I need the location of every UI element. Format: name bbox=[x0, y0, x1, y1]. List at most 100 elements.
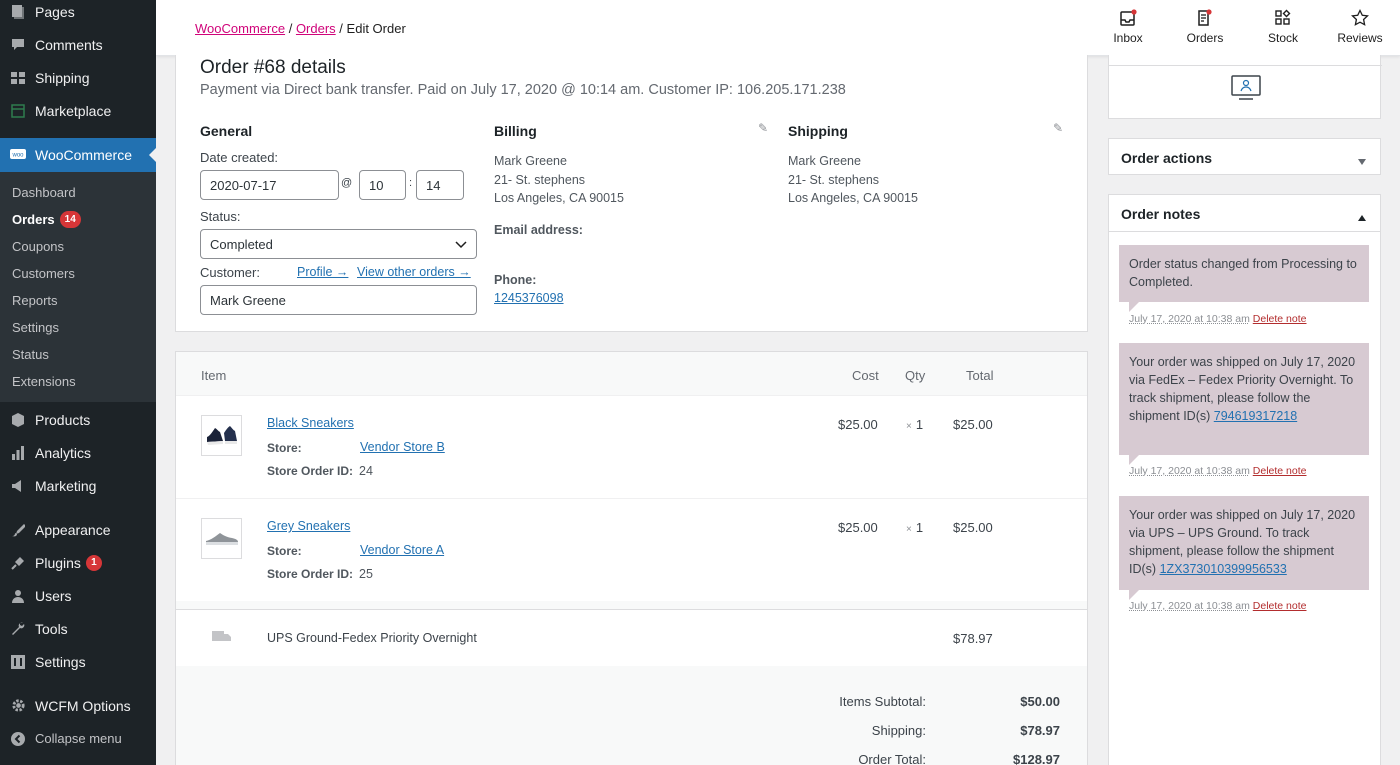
delete-note-link[interactable]: Delete note bbox=[1253, 313, 1307, 325]
sidebar-collapse-menu[interactable]: Collapse menu bbox=[0, 722, 156, 755]
sidebar-item-products[interactable]: Products bbox=[0, 403, 156, 436]
page-title: Order #68 details bbox=[200, 57, 346, 78]
order-actions-title: Order actions bbox=[1121, 150, 1213, 166]
shipping-icon bbox=[10, 70, 26, 86]
payment-summary: Payment via Direct bank transfer. Paid o… bbox=[200, 82, 846, 98]
sidebar-item-settings[interactable]: Settings bbox=[0, 645, 156, 678]
orders-button[interactable]: Orders bbox=[1170, 9, 1240, 45]
submenu-extensions[interactable]: Extensions bbox=[12, 371, 76, 391]
sidebar-item-label: Appearance bbox=[35, 521, 111, 538]
note-date: July 17, 2020 at 10:38 am bbox=[1129, 465, 1250, 477]
inbox-icon bbox=[1093, 9, 1163, 31]
date-created-input[interactable]: 2020-07-17 bbox=[200, 170, 339, 200]
delete-note-link[interactable]: Delete note bbox=[1253, 600, 1307, 612]
order-actions-box[interactable]: Order actions bbox=[1108, 138, 1381, 175]
item-column-header: Item bbox=[201, 368, 227, 383]
billing-phone-link[interactable]: 1245376098 bbox=[494, 289, 564, 308]
breadcrumb-orders-link[interactable]: Orders bbox=[296, 21, 336, 36]
sidebar-item-analytics[interactable]: Analytics bbox=[0, 436, 156, 469]
order-total-label: Order Total: bbox=[858, 752, 926, 765]
sidebar-item-appearance[interactable]: Appearance bbox=[0, 513, 156, 546]
reviews-label: Reviews bbox=[1337, 31, 1383, 45]
billing-heading: Billing bbox=[494, 123, 537, 139]
submenu-status[interactable]: Status bbox=[12, 344, 49, 364]
tracking-id-link[interactable]: 794619317218 bbox=[1214, 409, 1297, 423]
sidebar-item-plugins[interactable]: Plugins 1 bbox=[0, 546, 156, 579]
sidebar-item-pages[interactable]: Pages bbox=[0, 0, 156, 28]
reviews-button[interactable]: Reviews bbox=[1325, 8, 1395, 45]
status-select[interactable]: Completed bbox=[200, 229, 477, 259]
order-notes-header[interactable]: Order notes bbox=[1109, 195, 1380, 232]
vendor-store-link[interactable]: Vendor Store B bbox=[360, 440, 445, 454]
sidebar-item-marketing[interactable]: Marketing bbox=[0, 469, 156, 502]
plugins-update-badge: 1 bbox=[85, 554, 102, 571]
breadcrumb: WooCommerce / Orders / Edit Order bbox=[195, 21, 406, 36]
tracking-id-link[interactable]: 1ZX373010399956533 bbox=[1160, 562, 1287, 576]
submenu-coupons[interactable]: Coupons bbox=[12, 236, 64, 256]
store-order-id: 24 bbox=[359, 464, 373, 478]
edit-shipping-pencil-icon[interactable]: ✎ bbox=[1053, 121, 1063, 135]
analytics-icon bbox=[10, 445, 26, 461]
breadcrumb-woocommerce-link[interactable]: WooCommerce bbox=[195, 21, 285, 36]
note-meta: July 17, 2020 at 10:38 am Delete note bbox=[1129, 313, 1306, 325]
customer-select[interactable]: Mark Greene bbox=[200, 285, 477, 315]
time-colon: : bbox=[409, 177, 413, 189]
caret-up-icon[interactable] bbox=[1358, 209, 1366, 224]
vendor-store-link[interactable]: Vendor Store A bbox=[360, 543, 444, 557]
shipping-total-label: Shipping: bbox=[871, 723, 926, 738]
submenu-orders[interactable]: Orders 14 bbox=[12, 209, 81, 229]
sidebar-item-label: Users bbox=[35, 587, 72, 604]
order-total-value: $128.97 bbox=[1013, 752, 1060, 765]
sidebar-item-users[interactable]: Users bbox=[0, 579, 156, 612]
sidebar-item-wcfm-options[interactable]: WCFM Options bbox=[0, 689, 156, 722]
customer-label: Customer: bbox=[200, 265, 260, 280]
view-other-orders-link[interactable]: View other orders → bbox=[357, 265, 471, 279]
breadcrumb-separator: / bbox=[339, 21, 343, 36]
admin-sidebar: Pages Comments Shipping Marketplace woo … bbox=[0, 0, 156, 765]
product-name-link[interactable]: Black Sneakers bbox=[267, 416, 354, 430]
total-column-header: Total bbox=[966, 368, 994, 383]
sidebar-item-label: Tools bbox=[35, 620, 68, 637]
item-total: $25.00 bbox=[953, 520, 993, 535]
note-date: July 17, 2020 at 10:38 am bbox=[1129, 313, 1250, 325]
date-at-symbol: @ bbox=[341, 177, 353, 189]
stock-button[interactable]: Stock bbox=[1248, 9, 1318, 45]
order-notes-title: Order notes bbox=[1121, 206, 1201, 222]
status-selected-value: Completed bbox=[210, 236, 273, 252]
submenu-settings[interactable]: Settings bbox=[12, 317, 59, 337]
inbox-button[interactable]: Inbox bbox=[1093, 9, 1163, 45]
table-row: Black Sneakers Store: Vendor Store B Sto… bbox=[176, 395, 1087, 498]
sidebar-item-shipping[interactable]: Shipping bbox=[0, 61, 156, 94]
product-thumbnail bbox=[201, 415, 242, 456]
status-label: Status: bbox=[200, 209, 241, 224]
gear-icon bbox=[10, 698, 26, 714]
item-cost: $25.00 bbox=[838, 417, 878, 432]
shipping-address: Mark Greene 21- St. stephens Los Angeles… bbox=[788, 152, 918, 208]
stock-label: Stock bbox=[1267, 31, 1298, 45]
order-items-panel: Item Cost Qty Total Black Sneakers Store… bbox=[175, 351, 1088, 765]
edit-billing-pencil-icon[interactable]: ✎ bbox=[758, 121, 768, 135]
phone-label: Phone: bbox=[494, 273, 537, 287]
sidebar-item-tools[interactable]: Tools bbox=[0, 612, 156, 645]
sidebar-item-comments[interactable]: Comments bbox=[0, 28, 156, 61]
minute-input[interactable]: 14 bbox=[416, 170, 464, 200]
store-label: Store: bbox=[267, 544, 302, 558]
customer-profile-link[interactable]: Profile → bbox=[297, 265, 348, 279]
item-cost: $25.00 bbox=[838, 520, 878, 535]
caret-down-icon[interactable] bbox=[1358, 153, 1366, 168]
sidebar-item-marketplace[interactable]: Marketplace bbox=[0, 94, 156, 127]
item-total: $25.00 bbox=[953, 417, 993, 432]
submenu-dashboard[interactable]: Dashboard bbox=[12, 182, 76, 202]
date-created-label: Date created: bbox=[200, 150, 279, 165]
settings-icon bbox=[10, 654, 26, 670]
submenu-customers[interactable]: Customers bbox=[12, 263, 75, 283]
store-label: Store: bbox=[267, 441, 302, 455]
sidebar-item-woocommerce[interactable]: woo WooCommerce bbox=[0, 138, 156, 172]
orders-icon bbox=[1170, 9, 1240, 31]
marketing-icon bbox=[10, 478, 26, 494]
submenu-reports[interactable]: Reports bbox=[12, 290, 58, 310]
product-name-link[interactable]: Grey Sneakers bbox=[267, 519, 350, 533]
hour-input[interactable]: 10 bbox=[359, 170, 406, 200]
delete-note-link[interactable]: Delete note bbox=[1253, 465, 1307, 477]
cost-column-header: Cost bbox=[852, 368, 879, 383]
